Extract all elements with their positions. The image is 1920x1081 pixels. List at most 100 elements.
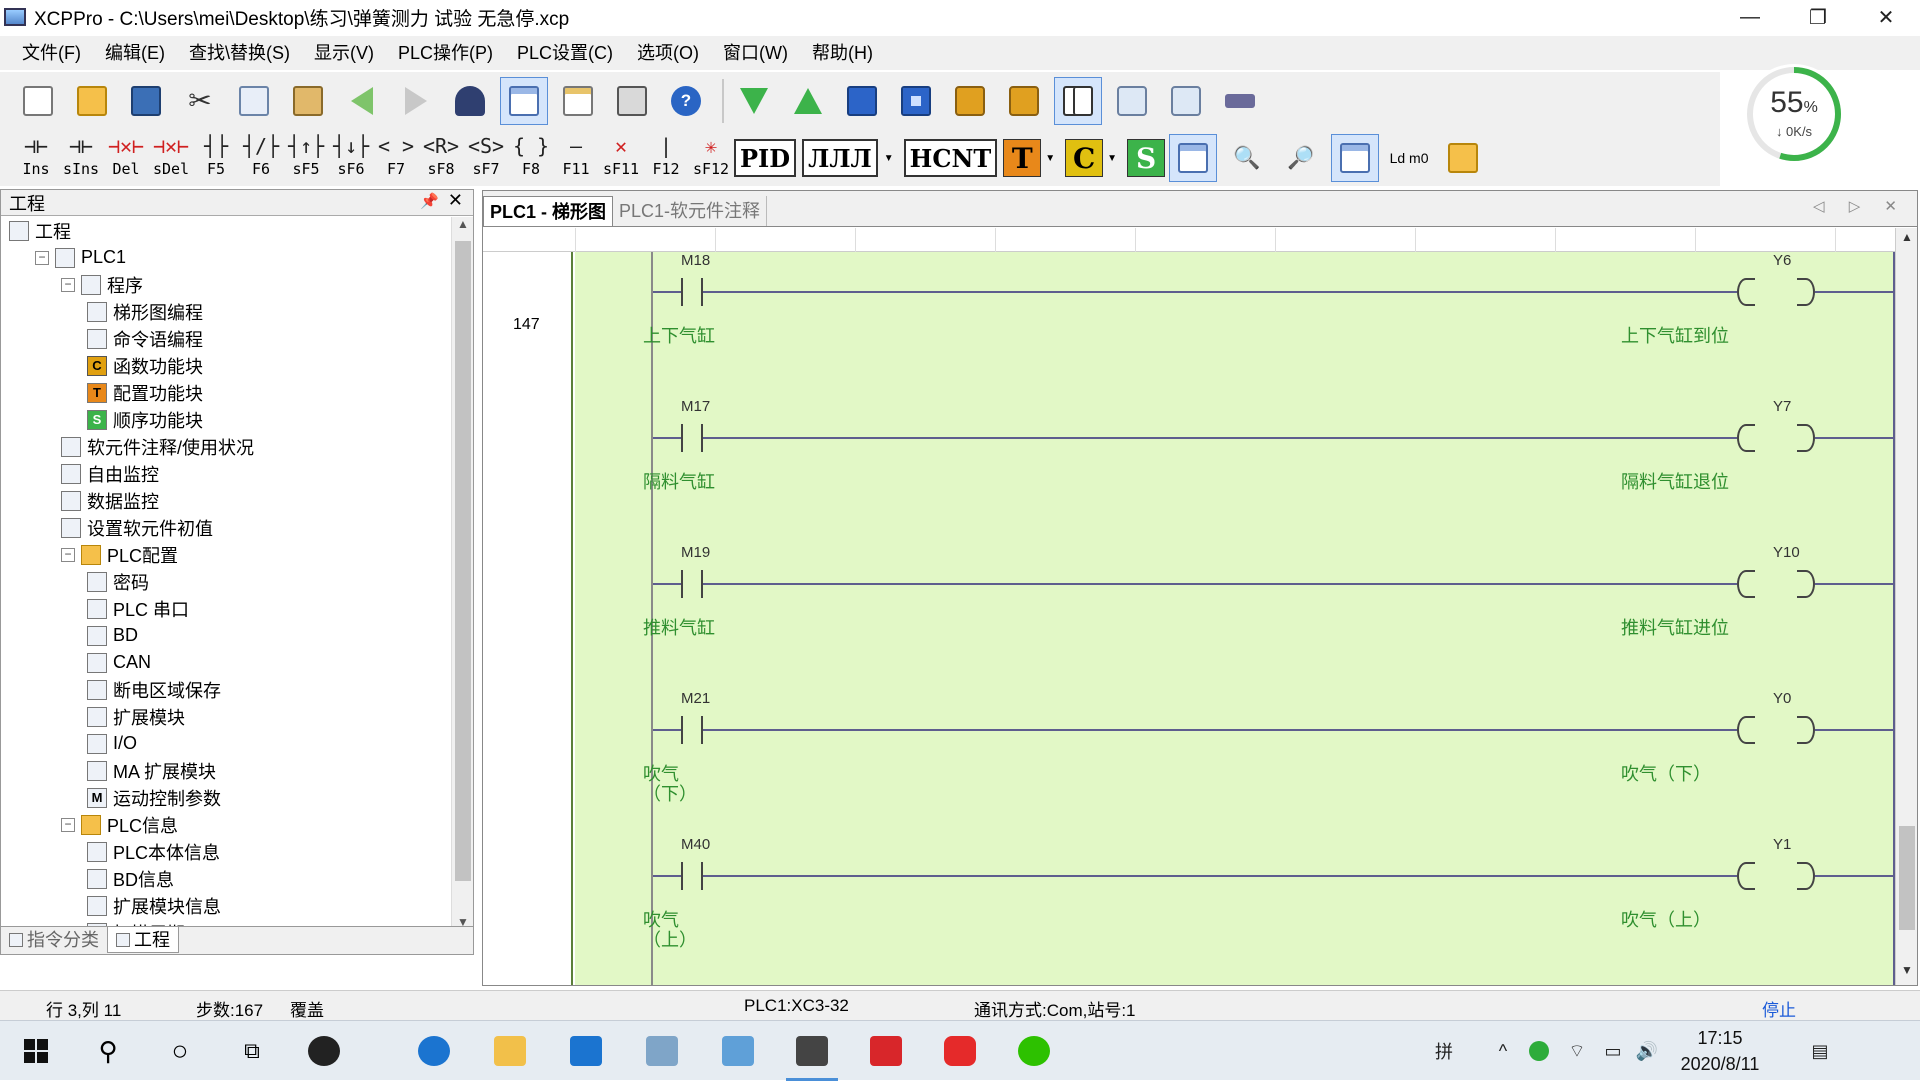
tree-item-info[interactable]: PLC本体信息	[1, 838, 451, 865]
lock-button[interactable]	[946, 77, 994, 125]
ladder-tool-sdel[interactable]: ⊣✕⊢ sDel	[149, 132, 193, 184]
tree-item-power-save[interactable]: 断电区域保存	[1, 676, 451, 703]
redo-button[interactable]	[392, 77, 440, 125]
save-button[interactable]	[122, 77, 170, 125]
task-view-button[interactable]: ⧉	[218, 1021, 286, 1081]
system-clock[interactable]: 17:15 2020/8/11	[1660, 1025, 1780, 1077]
ladder-tool-f11[interactable]: — F11	[554, 132, 598, 184]
tab-instruction-category[interactable]: 指令分类	[1, 927, 107, 953]
stop-plc-button[interactable]	[892, 77, 940, 125]
tab-ladder[interactable]: PLC1 - 梯形图	[483, 196, 614, 226]
ladder-tool-sf12[interactable]: ✳ sF12	[689, 132, 733, 184]
taskbar-app-4[interactable]	[852, 1021, 920, 1081]
tree-item-plc[interactable]: − PLC1	[1, 244, 451, 271]
tree-item-ma-expansion[interactable]: MA 扩展模块	[1, 757, 451, 784]
ladder-tool-ins[interactable]: ⊣⊢ Ins	[14, 132, 58, 184]
copy-button[interactable]	[230, 77, 278, 125]
collapse-toggle-icon[interactable]: −	[61, 277, 75, 292]
taskbar-explorer[interactable]	[476, 1021, 544, 1081]
menu-plc-settings[interactable]: PLC设置(C)	[505, 36, 625, 70]
ladder-area[interactable]: 147 M18 Y6 上下气缸 上下气缸到位 M17 Y7 隔料气缸 隔料气缸退位 M19 Y10…	[483, 228, 1895, 985]
c-block-button[interactable]: C	[1065, 139, 1104, 177]
tree-item-motion[interactable]: M 运动控制参数	[1, 784, 451, 811]
tree-item-program[interactable]: − 程序	[1, 271, 451, 298]
free-monitor-button[interactable]	[1108, 77, 1156, 125]
tree-item-bd-info[interactable]: BD信息	[1, 865, 451, 892]
communication-button[interactable]	[1216, 77, 1264, 125]
editor-scroll-up-icon[interactable]: ▲	[1896, 230, 1918, 250]
print-button[interactable]	[608, 77, 656, 125]
paste-button[interactable]	[284, 77, 332, 125]
ladder-tool-f7[interactable]: < > F7	[374, 132, 418, 184]
ladder-view-button[interactable]	[500, 77, 548, 125]
menu-find-replace[interactable]: 查找\替换(S)	[177, 36, 302, 70]
project-tree-scrollbar[interactable]: ▲ ▼	[451, 217, 473, 935]
battery-icon[interactable]: ▭	[1596, 1021, 1630, 1081]
tree-item-can[interactable]: CAN	[1, 649, 451, 676]
editor-scroll-down-icon[interactable]: ▼	[1896, 963, 1918, 983]
ladder-tool-sins[interactable]: ⊣⊢ sIns	[59, 132, 103, 184]
tree-item-project[interactable]: 工程	[1, 217, 451, 244]
editor-tab-nav[interactable]: ◁ ▷ ✕	[1813, 197, 1907, 215]
run-plc-button[interactable]	[838, 77, 886, 125]
taskbar-app-3[interactable]	[704, 1021, 772, 1081]
tree-item-folder[interactable]: − PLC信息	[1, 811, 451, 838]
menu-options[interactable]: 选项(O)	[625, 36, 711, 70]
menu-file[interactable]: 文件(F)	[10, 36, 93, 70]
grid-view-button[interactable]	[1331, 134, 1380, 182]
ladder-rung[interactable]: M40 Y1 吹气 （上） 吹气（上）	[575, 836, 1895, 982]
undo-button[interactable]	[338, 77, 386, 125]
open-file-button[interactable]	[68, 77, 116, 125]
menu-window[interactable]: 窗口(W)	[711, 36, 800, 70]
tree-item-monitor[interactable]: 自由监控	[1, 460, 451, 487]
tray-app-icon[interactable]	[1522, 1021, 1556, 1081]
t-dropdown-icon[interactable]: ▼	[1045, 153, 1055, 164]
cut-button[interactable]: ✂	[176, 77, 224, 125]
ld-m0-button[interactable]: Ld m0	[1385, 134, 1433, 182]
tree-item-comment[interactable]: 软元件注释/使用状况	[1, 433, 451, 460]
editor-scroll-thumb[interactable]	[1899, 826, 1915, 930]
collapse-toggle-icon[interactable]: −	[35, 250, 49, 265]
restore-button[interactable]: ❐	[1784, 0, 1852, 34]
scroll-up-icon[interactable]: ▲	[452, 217, 474, 237]
minimize-button[interactable]: —	[1716, 0, 1784, 34]
hcnt-button[interactable]: HCNT	[903, 139, 998, 177]
taskbar-app-2[interactable]	[628, 1021, 696, 1081]
ladder-rung[interactable]: M21 Y0 吹气 （下） 吹气（下）	[575, 690, 1895, 836]
editor-scrollbar[interactable]: ▲ ▼	[1895, 228, 1917, 985]
volume-icon[interactable]: 🔊	[1630, 1021, 1664, 1081]
tree-item-init-value[interactable]: 设置软元件初值	[1, 514, 451, 541]
menu-edit[interactable]: 编辑(E)	[93, 36, 177, 70]
tab-device-comments[interactable]: PLC1-软元件注释	[613, 196, 768, 226]
zoom-out-button[interactable]: 🔎	[1277, 134, 1325, 182]
ladder-tool-del[interactable]: ⊣✕⊢ Del	[104, 132, 148, 184]
ladder-canvas[interactable]: M18 Y6 上下气缸 上下气缸到位 M17 Y7 隔料气缸 隔料气缸退位 M19 Y10 推料气缸…	[575, 252, 1895, 985]
start-button[interactable]	[2, 1021, 70, 1081]
s-block-button[interactable]: S	[1127, 139, 1166, 177]
menu-view[interactable]: 显示(V)	[302, 36, 386, 70]
ladder-tool-sf11[interactable]: ✕ sF11	[599, 132, 643, 184]
tree-item-bd[interactable]: BD	[1, 622, 451, 649]
tab-project[interactable]: 工程	[107, 927, 179, 953]
ladder-tool-f12[interactable]: | F12	[644, 132, 688, 184]
ladder-tool-sf8[interactable]: <R> sF8	[419, 132, 463, 184]
taskbar-app-1[interactable]	[290, 1021, 358, 1081]
taskbar-wechat[interactable]	[1000, 1021, 1068, 1081]
help-button[interactable]: ?	[662, 77, 710, 125]
pulse-dropdown-icon[interactable]: ▼	[884, 153, 894, 164]
notification-icon[interactable]: ▤	[1800, 1021, 1840, 1081]
zoom-in-button[interactable]: 🔍	[1223, 134, 1271, 182]
ladder-tool-sf6[interactable]: ┤↓├ sF6	[329, 132, 373, 184]
taskbar-mail[interactable]	[552, 1021, 620, 1081]
tree-item-s-block[interactable]: S 顺序功能块	[1, 406, 451, 433]
tree-item-t-block[interactable]: T 配置功能块	[1, 379, 451, 406]
taskbar-edge[interactable]	[400, 1021, 468, 1081]
ladder-tool-f5[interactable]: ┤├ F5	[194, 132, 238, 184]
data-monitor-button[interactable]	[1162, 77, 1210, 125]
tree-item-serial[interactable]: PLC 串口	[1, 595, 451, 622]
ladder-rung[interactable]: M18 Y6 上下气缸 上下气缸到位	[575, 252, 1895, 398]
scroll-thumb[interactable]	[455, 241, 471, 881]
close-button[interactable]: ✕	[1852, 0, 1920, 34]
find-button[interactable]	[446, 77, 494, 125]
ladder-tool-sf5[interactable]: ┤↑├ sF5	[284, 132, 328, 184]
